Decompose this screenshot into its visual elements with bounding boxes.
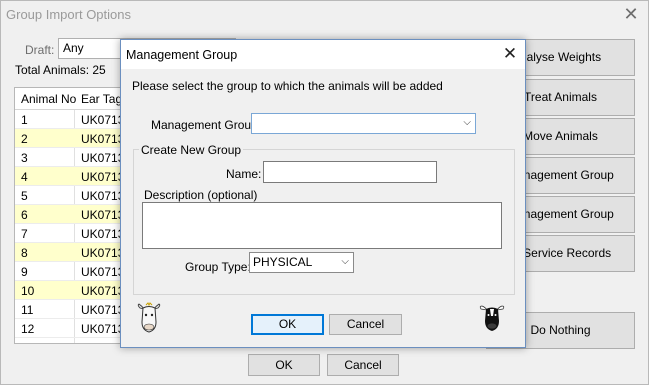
close-icon[interactable]: ✕: [500, 44, 520, 64]
table-row[interactable]: 3 UK07133: [15, 148, 126, 167]
description-label: Description (optional): [144, 188, 258, 202]
table-row[interactable]: 4 UK07133: [15, 167, 126, 186]
table-row[interactable]: 1 UK07133: [15, 110, 126, 129]
window-title: Group Import Options: [6, 7, 131, 22]
table-row[interactable]: 5 UK07133: [15, 186, 126, 205]
cell-animal-no: 11: [21, 303, 34, 317]
management-group-select[interactable]: ⌵: [251, 113, 476, 134]
cell-animal-no: 7: [21, 227, 28, 241]
description-input[interactable]: [142, 202, 502, 249]
chevron-down-icon: ⌵: [341, 256, 349, 267]
cell-animal-no: 5: [21, 189, 28, 203]
table-row[interactable]: 8 UK07133: [15, 243, 126, 262]
table-row[interactable]: 11 UK07133: [15, 300, 126, 319]
dialog-cancel-button[interactable]: Cancel: [329, 314, 402, 335]
close-icon[interactable]: ✕: [621, 4, 641, 24]
table-row[interactable]: 7 UK07133: [15, 224, 126, 243]
group-type-select[interactable]: PHYSICAL ⌵: [249, 252, 354, 273]
group-type-label: Group Type:: [185, 260, 251, 274]
cell-animal-no: 3: [21, 151, 28, 165]
name-label: Name:: [226, 167, 262, 181]
cell-animal-no: 1: [21, 113, 28, 127]
cell-animal-no: 2: [21, 132, 28, 146]
chevron-down-icon: ⌵: [463, 117, 471, 128]
parent-cancel-button[interactable]: Cancel: [327, 354, 399, 376]
draft-label: Draft:: [25, 43, 55, 57]
management-group-dialog: Management Group ✕ Please select the gro…: [120, 39, 526, 348]
cell-animal-no: 10: [21, 284, 35, 298]
table-row[interactable]: 9 UK07133: [15, 262, 126, 281]
animals-table[interactable]: Animal No Ear Tag 1 UK07133 2 UK07133 3 UK0…: [14, 87, 127, 344]
cell-animal-no: 9: [21, 265, 28, 279]
dialog-prompt: Please select the group to which the ani…: [132, 79, 443, 93]
cell-animal-no: 4: [21, 170, 28, 184]
table-row[interactable]: 10 UK07133: [15, 281, 126, 300]
cell-animal-no: 12: [21, 322, 35, 336]
parent-ok-button[interactable]: OK: [248, 354, 320, 376]
management-group-label: Management Group:: [151, 118, 262, 132]
table-header: Animal No Ear Tag: [15, 88, 126, 110]
column-header-animal-no[interactable]: Animal No: [21, 92, 76, 106]
group-type-value: PHYSICAL: [253, 255, 313, 269]
cell-animal-no: 8: [21, 246, 28, 260]
table-row[interactable]: 2 UK07133: [15, 129, 126, 148]
column-header-ear-tag[interactable]: Ear Tag: [81, 92, 122, 106]
dialog-ok-button[interactable]: OK: [251, 314, 324, 335]
white-cow-face-icon: [137, 302, 161, 333]
table-row[interactable]: 6 UK07133: [15, 205, 126, 224]
dialog-title: Management Group: [126, 48, 238, 62]
name-input[interactable]: [263, 161, 437, 183]
black-cow-face-icon: [479, 305, 505, 331]
table-row[interactable]: 12 UK07133: [15, 319, 126, 338]
create-new-group-legend: Create New Group: [139, 143, 244, 157]
cell-animal-no: 6: [21, 208, 28, 222]
total-animals-label: Total Animals: 25: [15, 63, 106, 77]
